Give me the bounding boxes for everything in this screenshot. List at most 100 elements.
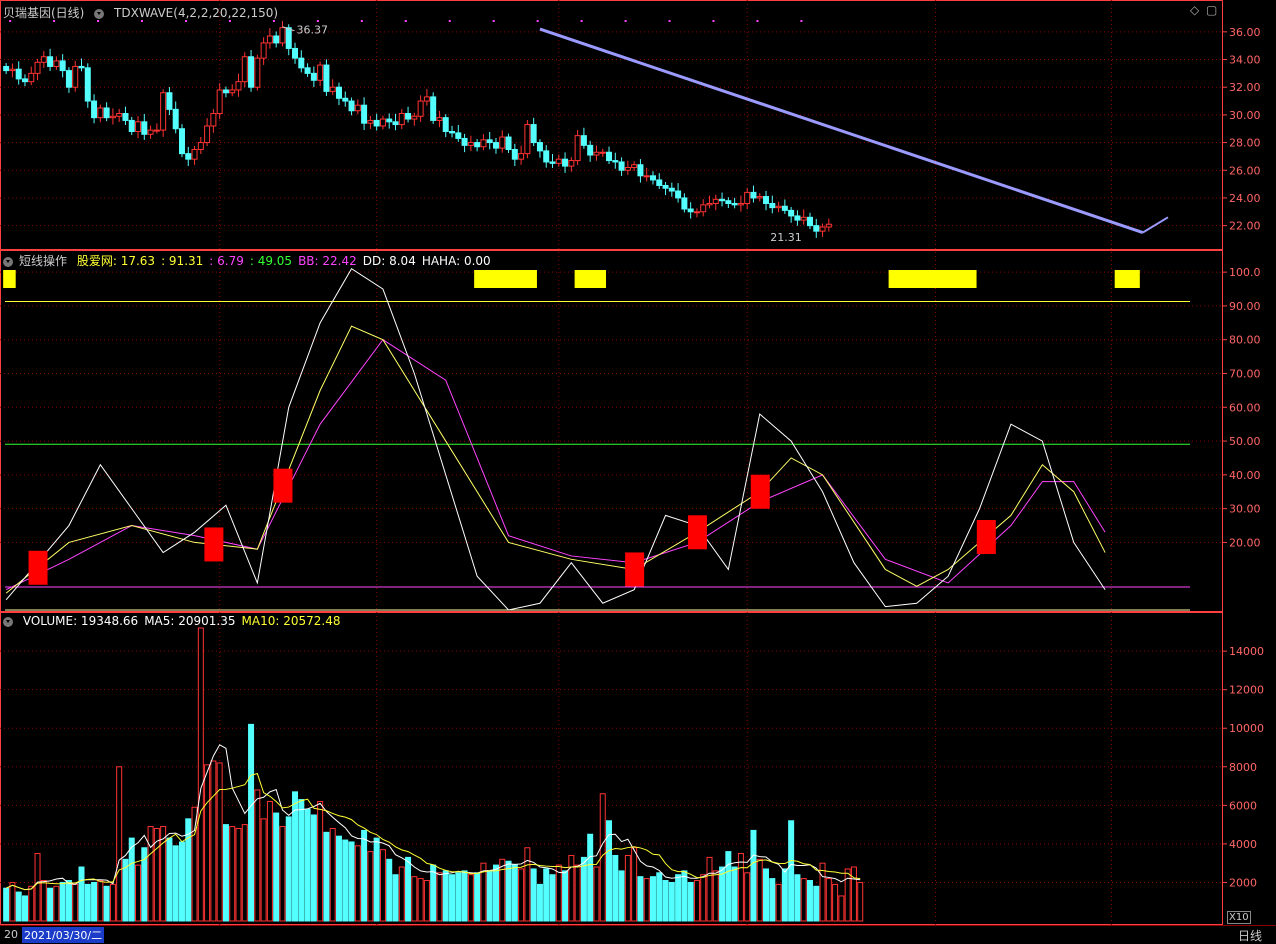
volume-bar (769, 878, 776, 922)
volume-bar (643, 878, 650, 922)
candle (160, 92, 167, 131)
volume-bar (3, 887, 10, 922)
volume-bar (606, 820, 613, 922)
signal-zone (1114, 270, 1140, 288)
candle (712, 198, 719, 204)
candle (197, 142, 204, 150)
mid-header-value-4: BB: 22.42 (298, 254, 357, 268)
buy-marker (625, 552, 645, 587)
volume-bar (342, 839, 349, 922)
indicator-menu-icon[interactable] (3, 256, 13, 267)
volume-bar (857, 881, 864, 922)
low-price-annotation: 21.31 (770, 231, 802, 244)
candle (405, 113, 412, 120)
volume-bar (486, 870, 493, 922)
candle (317, 64, 324, 81)
candle (706, 202, 713, 206)
volume-tick-label: 14000 (1229, 645, 1264, 658)
volume-bar (241, 824, 248, 922)
volume-bar (455, 872, 462, 922)
volume-bar (819, 862, 826, 922)
candle (731, 202, 738, 206)
volume-bar (15, 891, 22, 922)
candle (530, 124, 537, 144)
candle (631, 164, 638, 168)
volume-bar (568, 854, 575, 922)
candle (649, 175, 656, 181)
volume-bar (285, 816, 292, 922)
mid-header-value-1: : 91.31 (161, 254, 204, 268)
volume-bar (524, 847, 531, 922)
candle (737, 202, 744, 206)
candle (643, 175, 650, 178)
volume-bar (587, 833, 594, 922)
volume-bar (794, 874, 801, 922)
candle (687, 208, 694, 213)
candle (342, 97, 349, 102)
candle (750, 191, 757, 199)
signal-dot (800, 20, 803, 22)
candle (298, 57, 305, 69)
candle (53, 60, 60, 67)
volume-bar (109, 883, 116, 922)
volume-bar (825, 878, 832, 922)
volume-bar (800, 878, 807, 922)
volume-bar (147, 826, 154, 922)
candle (386, 118, 393, 123)
candle (624, 166, 631, 171)
volume-bar (612, 854, 619, 922)
signal-zone (574, 270, 607, 288)
volume-bar (348, 841, 355, 922)
volume-bar (668, 881, 675, 922)
candle (599, 151, 606, 154)
panel-frame (0, 0, 1223, 250)
diamond-icon[interactable]: ◇ (1190, 3, 1199, 17)
candle (417, 100, 424, 117)
candle (21, 78, 28, 83)
candle (135, 121, 142, 132)
candle (273, 35, 280, 44)
volume-bar (656, 872, 663, 922)
signal-zone (474, 270, 537, 288)
volume-bar (78, 866, 85, 922)
candle (781, 205, 788, 211)
period-label[interactable]: 日线 (1238, 927, 1262, 944)
volume-bar (725, 851, 732, 922)
volume-bar (744, 872, 751, 922)
volume-bar (536, 883, 543, 922)
volume-bar (222, 824, 229, 922)
volume-bar (700, 874, 707, 922)
volume-bar (273, 812, 280, 922)
volume-bar (706, 856, 713, 922)
volume-bar (593, 866, 600, 922)
volume-bar (210, 760, 217, 922)
volume-bar (59, 881, 66, 922)
panel-frame (0, 250, 1223, 612)
collapse-icon[interactable]: ▢ (1206, 3, 1217, 17)
candle (210, 113, 217, 127)
candle (637, 164, 644, 177)
candle (191, 148, 198, 160)
volume-bar (191, 806, 198, 922)
indicator-menu-icon[interactable] (94, 8, 105, 19)
volume-bar (335, 835, 342, 922)
candle (141, 121, 148, 135)
candle (618, 161, 625, 171)
signal-dot (624, 20, 627, 22)
volume-bar (474, 872, 481, 922)
candle (172, 108, 179, 130)
volume-bar (216, 762, 223, 922)
candle (392, 121, 399, 126)
indicator-menu-icon[interactable] (3, 616, 13, 627)
candle (361, 104, 368, 124)
candle (775, 205, 782, 209)
high-price-annotation: 36.37 (296, 24, 328, 37)
volume-bar (756, 858, 763, 922)
candle (543, 150, 550, 163)
volume-bar (430, 864, 437, 922)
volume-bar (279, 826, 286, 922)
stock-chart[interactable]: 22.00 24.00 26.00 28.00 30.00 32.00 34.00 36.00… (0, 0, 1276, 943)
volume-tick-label: 6000 (1229, 799, 1257, 812)
candle (65, 70, 72, 88)
vol-header-value-0: VOLUME: 19348.66 (22, 614, 139, 628)
